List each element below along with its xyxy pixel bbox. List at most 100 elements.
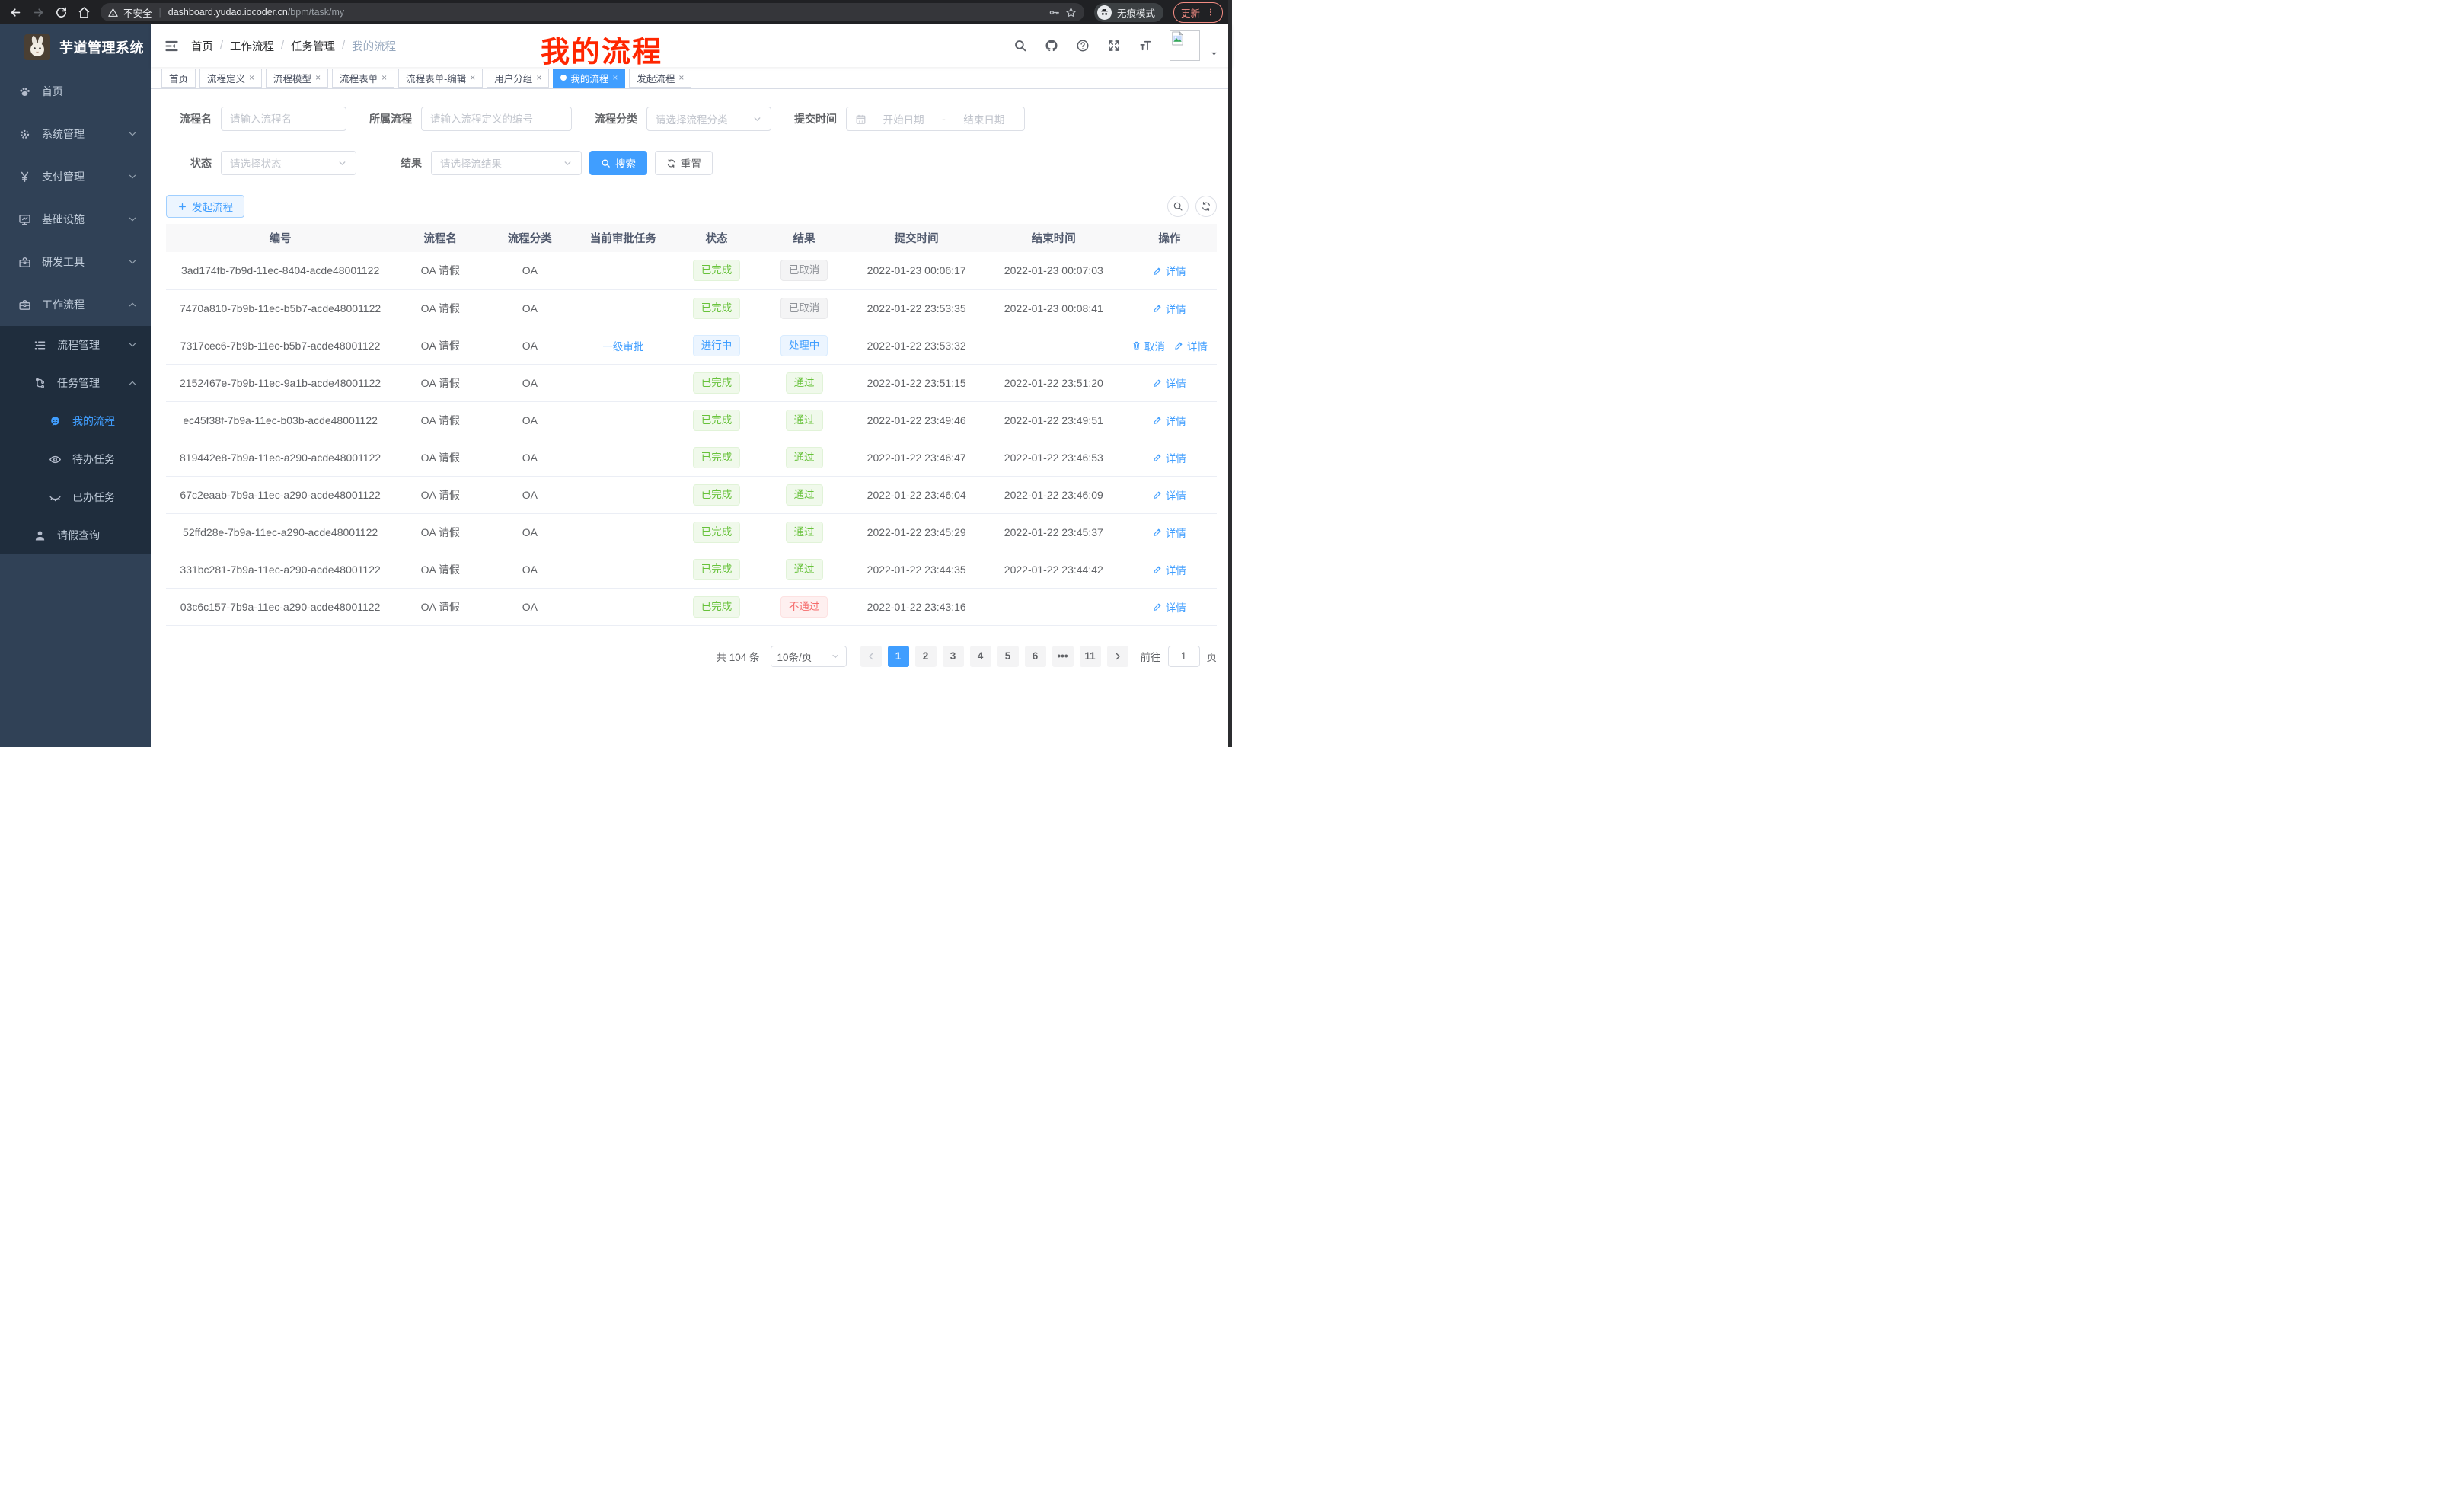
detail-action-link[interactable]: 详情 — [1153, 599, 1186, 615]
page-number-button[interactable]: 4 — [970, 646, 991, 667]
tab[interactable]: 用户分组× — [487, 69, 549, 88]
page-size-select[interactable]: 10条/页 — [771, 646, 847, 667]
breadcrumb-item[interactable]: 任务管理 — [291, 38, 335, 54]
page-number-button[interactable]: 6 — [1025, 646, 1046, 667]
close-icon[interactable]: × — [678, 73, 684, 82]
page-number-button[interactable]: 11 — [1080, 646, 1101, 667]
sidebar-item-robot[interactable]: 我的流程 — [0, 402, 151, 440]
reload-icon[interactable] — [55, 6, 68, 19]
forward-icon[interactable] — [32, 6, 45, 19]
detail-action-link[interactable]: 详情 — [1153, 525, 1186, 540]
incognito-icon — [1097, 5, 1112, 20]
total-count: 共 104 条 — [716, 649, 759, 664]
sidebar-item-gear[interactable]: 系统管理 — [0, 113, 151, 155]
detail-action-link[interactable]: 详情 — [1153, 487, 1186, 503]
cell-actions: 详情 — [1122, 252, 1217, 289]
caret-down-icon[interactable] — [1210, 49, 1218, 58]
cell-current-task — [573, 401, 672, 439]
close-icon[interactable]: × — [381, 73, 387, 82]
breadcrumb-item[interactable]: 首页 — [191, 38, 213, 54]
sidebar-item-toolbox[interactable]: 研发工具 — [0, 241, 151, 283]
github-icon[interactable] — [1045, 39, 1058, 53]
close-icon[interactable]: × — [470, 73, 475, 82]
refresh-button[interactable] — [1195, 196, 1217, 217]
sidebar-item-yen[interactable]: 支付管理 — [0, 155, 151, 198]
back-icon[interactable] — [9, 6, 22, 19]
sidebar-item-monitor[interactable]: 基础设施 — [0, 198, 151, 241]
detail-action-link[interactable]: 详情 — [1153, 301, 1186, 316]
cell-submit-time: 2022-01-22 23:46:04 — [848, 476, 985, 513]
font-size-icon[interactable] — [1138, 39, 1152, 53]
sidebar-item-briefcase[interactable]: 工作流程 — [0, 283, 151, 326]
key-icon[interactable] — [1048, 7, 1060, 18]
tab[interactable]: 发起流程× — [629, 69, 691, 88]
category-select[interactable]: 请选择流程分类 — [646, 107, 771, 131]
detail-action-link[interactable]: 详情 — [1174, 338, 1208, 353]
detail-action-link[interactable]: 详情 — [1153, 375, 1186, 391]
result-select[interactable]: 请选择流结果 — [431, 151, 582, 175]
search-icon[interactable] — [1013, 39, 1027, 53]
tab[interactable]: 流程表单-编辑× — [398, 69, 483, 88]
create-process-button[interactable]: 发起流程 — [166, 195, 244, 218]
detail-action-link[interactable]: 详情 — [1153, 562, 1186, 577]
prev-page-button[interactable] — [860, 646, 882, 667]
tab[interactable]: 流程表单× — [332, 69, 394, 88]
detail-action-link[interactable]: 详情 — [1153, 413, 1186, 428]
page-number-button[interactable]: 5 — [997, 646, 1019, 667]
cell-submit-time: 2022-01-22 23:44:35 — [848, 551, 985, 588]
close-icon[interactable]: × — [315, 73, 321, 82]
page-number-button[interactable]: 1 — [888, 646, 909, 667]
status-select[interactable]: 请选择状态 — [221, 151, 356, 175]
cancel-action-link[interactable]: 取消 — [1131, 338, 1165, 353]
url-text[interactable]: dashboard.yudao.iocoder.cn/bpm/task/my — [168, 7, 344, 18]
app-logo[interactable]: 芋道管理系统 — [0, 24, 151, 70]
tab[interactable]: 流程定义× — [199, 69, 262, 88]
process-name-input[interactable] — [221, 107, 346, 131]
security-label[interactable]: 不安全 — [123, 5, 152, 20]
sidebar-item-list-tree[interactable]: 流程管理 — [0, 326, 151, 364]
breadcrumb-item[interactable]: 工作流程 — [230, 38, 274, 54]
star-icon[interactable] — [1065, 7, 1077, 18]
reset-button[interactable]: 重置 — [655, 151, 713, 175]
sidebar-item-user[interactable]: 请假查询 — [0, 516, 151, 554]
close-icon[interactable]: × — [612, 73, 618, 82]
goto-page-input[interactable]: 1 — [1168, 646, 1200, 667]
sidebar-item-flow[interactable]: 任务管理 — [0, 364, 151, 402]
current-task-link[interactable]: 一级审批 — [602, 338, 643, 353]
cell-actions: 详情 — [1122, 551, 1217, 588]
sidebar-item-eye-open[interactable]: 待办任务 — [0, 440, 151, 478]
more-vert-icon[interactable] — [1206, 8, 1215, 17]
window-scrollbar[interactable] — [1228, 0, 1232, 747]
close-icon[interactable]: × — [249, 73, 254, 82]
detail-action-link[interactable]: 详情 — [1153, 450, 1186, 465]
close-icon[interactable]: × — [536, 73, 541, 82]
home-icon[interactable] — [78, 6, 91, 19]
tab[interactable]: 首页 — [161, 69, 196, 88]
cell-current-task[interactable]: 一级审批 — [573, 327, 672, 364]
question-icon[interactable] — [1076, 39, 1090, 53]
address-bar[interactable]: 不安全 | dashboard.yudao.iocoder.cn/bpm/tas… — [101, 3, 1084, 21]
page-number-button[interactable]: 2 — [915, 646, 937, 667]
fullscreen-icon[interactable] — [1107, 39, 1121, 53]
cell-id: 03c6c157-7b9a-11ec-a290-acde48001122 — [166, 588, 394, 625]
tab[interactable]: 流程模型× — [266, 69, 328, 88]
detail-action-link[interactable]: 详情 — [1153, 263, 1186, 278]
avatar[interactable] — [1170, 30, 1200, 61]
sidebar-item-eye-closed[interactable]: 已办任务 — [0, 478, 151, 516]
page-buttons: 123456 ••• 11 — [885, 646, 1104, 667]
update-button[interactable]: 更新 — [1173, 2, 1223, 23]
search-button[interactable]: 搜索 — [589, 151, 647, 175]
next-page-button[interactable] — [1107, 646, 1128, 667]
table-body: 3ad174fb-7b9d-11ec-8404-acde48001122OA 请… — [166, 252, 1217, 625]
sidebar-item-dashboard[interactable]: 首页 — [0, 70, 151, 113]
page-number-button[interactable]: 3 — [943, 646, 964, 667]
list-tree-icon — [34, 339, 46, 352]
cell-name: OA 请假 — [394, 439, 486, 476]
submit-time-range-picker[interactable]: 开始日期 - 结束日期 — [846, 107, 1025, 131]
show-search-button[interactable] — [1167, 196, 1189, 217]
collapse-sidebar-icon[interactable] — [164, 39, 179, 53]
process-definition-input[interactable] — [421, 107, 572, 131]
page-ellipsis-button[interactable]: ••• — [1052, 646, 1074, 667]
sidebar-item-label: 待办任务 — [72, 452, 115, 467]
tab[interactable]: 我的流程× — [553, 69, 625, 88]
